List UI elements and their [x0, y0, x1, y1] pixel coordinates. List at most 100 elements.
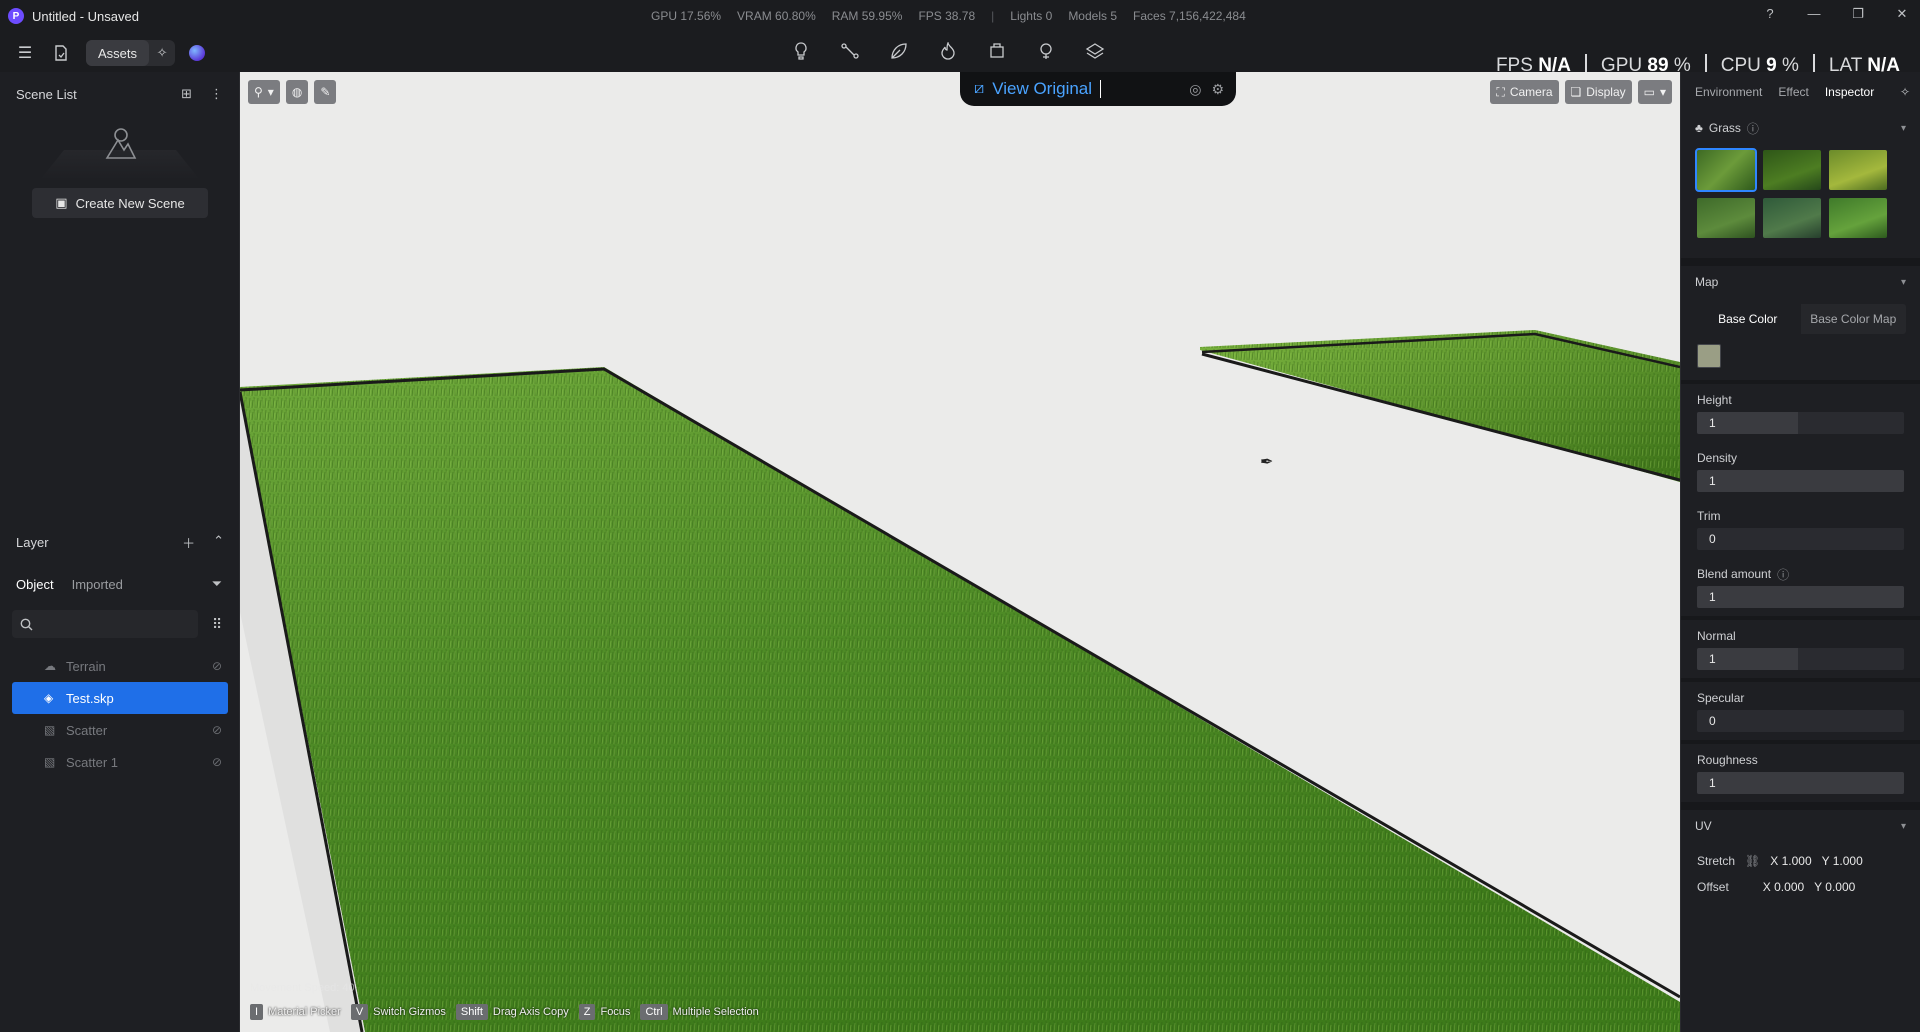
stat-models: Models 5: [1068, 9, 1118, 23]
offset-x-input[interactable]: X 0.000: [1763, 880, 1804, 894]
flame-icon[interactable]: [937, 40, 959, 62]
stretch-y-input[interactable]: Y 1.000: [1822, 854, 1863, 868]
ai-orb-icon[interactable]: [189, 45, 206, 61]
eye-hidden-icon[interactable]: ⊘: [212, 755, 222, 769]
add-scene-icon[interactable]: ⊞: [181, 86, 192, 102]
eyedropper-button[interactable]: ✎: [314, 80, 337, 104]
create-scene-label: Create New Scene: [75, 195, 185, 211]
height-slider[interactable]: 1: [1697, 412, 1904, 434]
grass-swatch[interactable]: [1829, 198, 1887, 238]
grass-section-header[interactable]: ♣ Grass ⓘ ▾: [1681, 112, 1920, 144]
tab-inspector[interactable]: Inspector: [1825, 85, 1874, 99]
hotkey-label: Multiple Selection: [672, 1006, 759, 1018]
tab-environment[interactable]: Environment: [1695, 85, 1762, 99]
offset-label: Offset: [1697, 880, 1729, 894]
specular-field: Specular 0: [1681, 682, 1920, 740]
link-icon[interactable]: ⛓: [1745, 854, 1760, 868]
tree-icon[interactable]: [1035, 40, 1057, 62]
field-label: Specular: [1697, 691, 1745, 705]
filter-icon[interactable]: ⏷: [212, 576, 222, 592]
grass-swatch[interactable]: [1695, 148, 1757, 192]
model-icon: ◈: [44, 691, 54, 705]
base-color-swatch[interactable]: [1697, 344, 1721, 368]
more-options-icon[interactable]: ⋮: [210, 86, 223, 102]
scene-list-title: Scene List: [16, 86, 77, 102]
object-box-icon[interactable]: [986, 40, 1008, 62]
file-icon[interactable]: [50, 42, 72, 64]
camera-button[interactable]: ⛶ Camera: [1490, 80, 1559, 104]
tab-effect[interactable]: Effect: [1778, 85, 1808, 99]
display-label: Display: [1586, 85, 1626, 99]
grass-swatch[interactable]: [1829, 150, 1887, 190]
screen-options-dropdown[interactable]: ▭ ▾: [1637, 80, 1672, 104]
stat-lights: Lights 0: [1010, 9, 1053, 23]
eyedropper-icon: ✎: [320, 85, 331, 99]
tab-imported[interactable]: Imported: [72, 577, 123, 592]
layer-list: ☁ Terrain ⊘ ◈ Test.skp ▧ Scatter ⊘ ▧ Sca…: [0, 644, 240, 784]
grass-swatches: [1681, 144, 1920, 258]
hotkey-key: Z: [578, 1004, 596, 1020]
roughness-slider[interactable]: 1: [1697, 772, 1904, 794]
tab-base-color[interactable]: Base Color: [1695, 304, 1801, 334]
grass-swatch[interactable]: [1763, 198, 1821, 238]
blend-amount-slider[interactable]: 1: [1697, 586, 1904, 608]
main-toolbar: ☰ Assets ✧ FPS N/A GPU 89 % CPU 9 % LAT …: [0, 32, 1920, 78]
minimize-button[interactable]: —: [1806, 6, 1822, 22]
specular-slider[interactable]: 0: [1697, 710, 1904, 732]
viewport-right-tools: ⛶ Camera ❏ Display ▭ ▾: [1490, 80, 1672, 104]
maximize-button[interactable]: ❐: [1850, 6, 1866, 22]
light-bulb-icon[interactable]: [790, 40, 812, 62]
map-section-header[interactable]: Map ▾: [1681, 266, 1920, 298]
toolbar-left: ☰ Assets ✧: [14, 40, 206, 66]
path-tool-icon[interactable]: [839, 40, 861, 62]
leaf-icon[interactable]: [888, 40, 910, 62]
eye-hidden-icon[interactable]: ⊘: [212, 659, 222, 673]
ai-sparkle-icon[interactable]: ✧: [149, 45, 175, 61]
terrain-icon: ☁: [44, 659, 56, 673]
close-button[interactable]: ✕: [1894, 6, 1910, 22]
normal-slider[interactable]: 1: [1697, 648, 1904, 670]
field-label: Height: [1697, 393, 1732, 407]
layer-item-terrain[interactable]: ☁ Terrain ⊘: [12, 650, 228, 682]
tab-base-color-map[interactable]: Base Color Map: [1801, 304, 1907, 334]
help-icon[interactable]: ⓘ: [1747, 120, 1759, 137]
create-scene-icon: ▣: [55, 195, 68, 210]
layer-item-test-skp[interactable]: ◈ Test.skp: [12, 682, 228, 714]
layers-icon[interactable]: [1084, 40, 1106, 62]
layer-name: Scatter 1: [66, 754, 119, 770]
grass-swatch[interactable]: [1763, 150, 1821, 190]
scatter-icon: ▧: [44, 755, 56, 769]
hotkey-material-picker: I Material Picker: [250, 1004, 341, 1020]
chevron-down-icon: ▾: [1900, 820, 1906, 832]
hotkey-focus: Z Focus: [578, 1004, 630, 1020]
grid-view-icon[interactable]: ⠿: [212, 616, 222, 633]
collapse-icon[interactable]: ⌃: [213, 533, 224, 552]
globe-button[interactable]: ◍: [285, 80, 309, 104]
gizmo-dropdown[interactable]: ⚲ ▾: [248, 80, 280, 104]
tab-object[interactable]: Object: [16, 577, 54, 592]
camera-shutter-icon[interactable]: ◎: [1189, 81, 1201, 98]
pin-icon[interactable]: ✧: [1900, 85, 1910, 99]
help-icon[interactable]: ⓘ: [1777, 566, 1789, 583]
layer-item-scatter-1[interactable]: ▧ Scatter 1 ⊘: [12, 746, 228, 778]
eye-hidden-icon[interactable]: ⊘: [212, 723, 222, 737]
offset-y-input[interactable]: Y 0.000: [1814, 880, 1855, 894]
layer-item-scatter[interactable]: ▧ Scatter ⊘: [12, 714, 228, 746]
grass-swatch[interactable]: [1697, 198, 1755, 238]
layer-search-input[interactable]: [12, 610, 198, 638]
density-slider[interactable]: 1: [1697, 470, 1904, 492]
uv-section-header[interactable]: UV ▾: [1681, 810, 1920, 842]
settings-gear-icon[interactable]: ⚙: [1211, 81, 1224, 98]
help-icon[interactable]: ?: [1762, 6, 1778, 22]
3d-viewport[interactable]: ⚲ ▾ ◍ ✎ ⧄ View Original ◎ ⚙ ⛶ Camera ❏ Disp…: [240, 72, 1680, 1032]
display-button[interactable]: ❏ Display: [1564, 80, 1632, 104]
create-new-scene-button[interactable]: ▣ Create New Scene: [32, 188, 208, 218]
view-original-button[interactable]: View Original: [992, 79, 1092, 99]
trim-slider[interactable]: 0: [1697, 528, 1904, 550]
hamburger-menu-icon[interactable]: ☰: [14, 42, 36, 64]
assets-button[interactable]: Assets: [86, 40, 150, 66]
add-layer-icon[interactable]: ＋: [182, 533, 195, 552]
hotkey-switch-gizmos: V Switch Gizmos: [350, 1004, 446, 1020]
stretch-x-input[interactable]: X 1.000: [1770, 854, 1811, 868]
window-title: Untitled - Unsaved: [32, 8, 139, 24]
